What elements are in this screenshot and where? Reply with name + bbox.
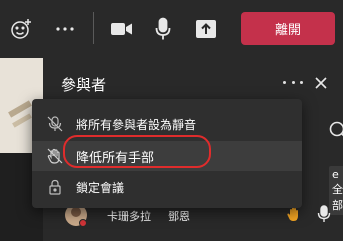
- panel-title: 參與者: [61, 76, 107, 94]
- more-options-icon[interactable]: [283, 77, 303, 87]
- lower-hand-icon: [47, 148, 63, 164]
- participant-microphone-icon[interactable]: [317, 205, 331, 223]
- menu-item-label: 將所有參與者設為靜音: [76, 117, 197, 132]
- share-icon[interactable]: [191, 14, 221, 44]
- leave-button[interactable]: 離開: [241, 12, 335, 45]
- raised-hand-icon: [287, 207, 298, 221]
- toolbar-divider: [93, 12, 94, 44]
- meeting-toolbar: 離開: [0, 0, 343, 58]
- lock-icon: [49, 179, 61, 195]
- menu-item-lock-meeting[interactable]: 鎖定會議: [32, 172, 302, 202]
- reaction-icon[interactable]: [6, 14, 36, 44]
- camera-icon[interactable]: [107, 14, 137, 44]
- close-icon[interactable]: [313, 75, 329, 91]
- menu-item-label: 鎖定會議: [76, 180, 125, 195]
- participant-surname: 鄧恩: [168, 210, 190, 223]
- participants-options-menu: 將所有參與者設為靜音 降低所有手部 鎖定會議: [32, 99, 302, 208]
- presence-badge: [79, 219, 87, 227]
- microphone-icon[interactable]: [148, 14, 178, 44]
- highlight-annotation: [63, 135, 211, 168]
- mic-off-icon: [47, 116, 63, 132]
- participant-name: 卡珊多拉: [107, 210, 151, 223]
- search-icon[interactable]: [328, 120, 343, 142]
- more-icon[interactable]: [50, 14, 80, 44]
